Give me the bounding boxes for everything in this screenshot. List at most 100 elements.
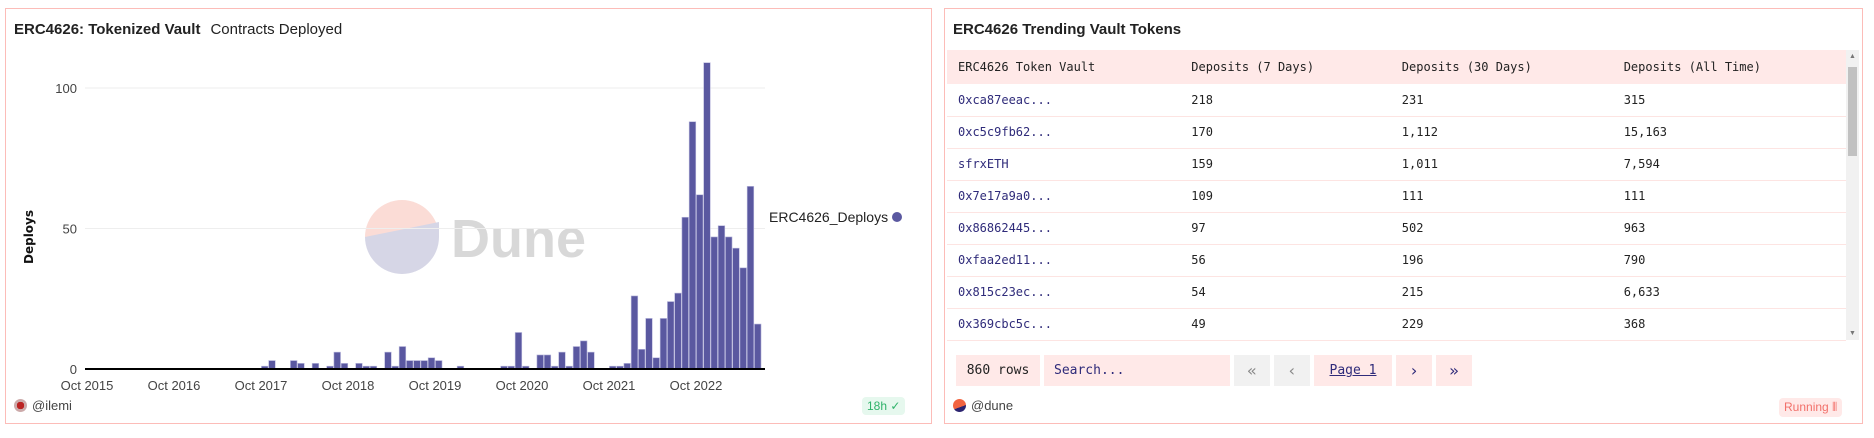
author-name: @ilemi (32, 398, 72, 413)
bar[interactable] (333, 351, 341, 370)
bar[interactable] (630, 295, 639, 370)
row-count: 860 rows (956, 355, 1040, 386)
bar[interactable] (674, 292, 682, 370)
bar[interactable] (514, 332, 523, 370)
table-title-text: ERC4626 Trending Vault Tokens (953, 21, 1182, 38)
legend-dot-icon (892, 212, 902, 222)
vault-link[interactable]: sfrxETH (947, 148, 1181, 181)
table-cell: 109 (1180, 180, 1391, 213)
bar[interactable] (717, 225, 726, 370)
column-header[interactable]: ERC4626 Token Vault (947, 50, 1181, 84)
status-text: Running (1784, 400, 1829, 414)
bar[interactable] (696, 194, 704, 370)
scrollbar-thumb[interactable] (1848, 67, 1857, 156)
dune-avatar (953, 399, 966, 412)
bar[interactable] (638, 349, 646, 370)
chart-panel: ERC4626: Tokenized Vault Contracts Deploy… (5, 8, 932, 424)
bar[interactable] (739, 267, 747, 370)
running-bars-icon: ⦀ (1832, 400, 1838, 414)
chart-author[interactable]: @ilemi (14, 398, 72, 413)
y-tick-label: 50 (63, 222, 77, 237)
bar[interactable] (580, 340, 588, 370)
bar[interactable] (725, 236, 733, 370)
table-cell: 7,594 (1612, 148, 1846, 181)
table-row[interactable]: 0x7e17a9a0... 109 111 111 (947, 180, 1846, 213)
table-row[interactable]: 0xca87eeac... 218 231 315 (947, 84, 1846, 117)
table-title: ERC4626 Trending Vault Tokens (953, 21, 1181, 38)
running-status-badge: Running ⦀ (1779, 398, 1843, 417)
vault-link[interactable]: 0x815c23ec... (947, 276, 1181, 309)
vault-table: ERC4626 Token Vault Deposits (7 Days) Depo… (947, 50, 1846, 341)
bar[interactable] (413, 360, 421, 370)
bar[interactable] (268, 360, 276, 370)
bar[interactable] (667, 301, 675, 370)
bar[interactable] (384, 351, 392, 370)
bar[interactable] (435, 360, 443, 370)
table-author[interactable]: @dune (953, 398, 1013, 413)
bar[interactable] (732, 247, 740, 370)
prev-page-button[interactable]: ‹ (1274, 355, 1310, 386)
scroll-up-icon[interactable]: ▲ (1849, 53, 1856, 60)
table-row[interactable]: 0x369cbc5c... 49 229 368 (947, 308, 1846, 341)
bar[interactable] (543, 354, 552, 370)
bar[interactable] (754, 323, 762, 370)
bar[interactable] (652, 357, 660, 370)
table-panel: ERC4626 Trending Vault Tokens ERC4626 To… (944, 8, 1863, 424)
bar[interactable] (572, 346, 581, 370)
bar[interactable] (558, 351, 566, 370)
table-row[interactable]: sfrxETH 159 1,011 7,594 (947, 148, 1846, 181)
author-name: @dune (971, 398, 1014, 413)
vault-link[interactable]: 0xc5c9fb62... (947, 116, 1181, 149)
table-cell: 502 (1390, 212, 1613, 245)
table-cell: 111 (1612, 180, 1846, 213)
vault-link[interactable]: 0x369cbc5c... (947, 308, 1181, 341)
watermark-text: Dune (451, 209, 586, 269)
bar[interactable] (290, 360, 298, 370)
bar[interactable] (746, 186, 755, 370)
table-cell: 215 (1390, 276, 1613, 309)
table-cell: 6,633 (1612, 276, 1846, 309)
vault-link[interactable]: 0x7e17a9a0... (947, 180, 1181, 213)
bar[interactable] (681, 216, 689, 370)
y-tick-label: 100 (55, 81, 77, 96)
bar[interactable] (710, 236, 718, 370)
bar[interactable] (703, 62, 711, 370)
table-cell: 49 (1180, 308, 1391, 341)
check-circle-icon: ✓ (890, 399, 901, 413)
vault-link[interactable]: 0xca87eeac... (947, 84, 1181, 117)
table-cell: 218 (1180, 84, 1391, 117)
bar[interactable] (420, 360, 428, 370)
avatar (14, 399, 27, 412)
scroll-down-icon[interactable]: ▼ (1849, 330, 1856, 337)
table-cell: 111 (1390, 180, 1613, 213)
next-page-button[interactable]: › (1396, 355, 1432, 386)
column-header[interactable]: Deposits (7 Days) (1180, 50, 1391, 84)
vault-link[interactable]: 0x86862445... (947, 212, 1181, 245)
bar[interactable] (406, 360, 414, 370)
table-row[interactable]: 0x815c23ec... 54 215 6,633 (947, 276, 1846, 309)
bar[interactable] (587, 351, 595, 370)
bar[interactable] (398, 346, 407, 370)
table-row[interactable]: 0xc5c9fb62... 170 1,112 15,163 (947, 116, 1846, 149)
table-scrollbar[interactable]: ▲ ▼ (1846, 50, 1859, 340)
chart-legend[interactable]: ERC4626_Deploys (769, 209, 902, 225)
x-tick-label: Oct 2021 (583, 378, 636, 393)
column-header[interactable]: Deposits (30 Days) (1390, 50, 1613, 84)
bar[interactable] (688, 121, 697, 370)
bar[interactable] (659, 318, 668, 370)
column-header[interactable]: Deposits (All Time) (1612, 50, 1846, 84)
bar[interactable] (427, 357, 436, 370)
bar[interactable] (645, 318, 653, 370)
x-tick-label: Oct 2015 (61, 378, 114, 393)
x-tick-label: Oct 2016 (148, 378, 201, 393)
table-row[interactable]: 0x86862445... 97 502 963 (947, 212, 1846, 245)
vault-link[interactable]: 0xfaa2ed11... (947, 244, 1181, 277)
last-page-button[interactable]: » (1436, 355, 1472, 386)
search-input[interactable] (1044, 355, 1230, 386)
table-row[interactable]: 0xfaa2ed11... 56 196 790 (947, 244, 1846, 277)
table-header-row: ERC4626 Token Vault Deposits (7 Days) Depo… (947, 50, 1846, 84)
bar[interactable] (536, 354, 544, 370)
first-page-button[interactable]: « (1234, 355, 1270, 386)
x-tick-label: Oct 2017 (235, 378, 288, 393)
page-indicator[interactable]: Page 1 (1314, 355, 1392, 386)
